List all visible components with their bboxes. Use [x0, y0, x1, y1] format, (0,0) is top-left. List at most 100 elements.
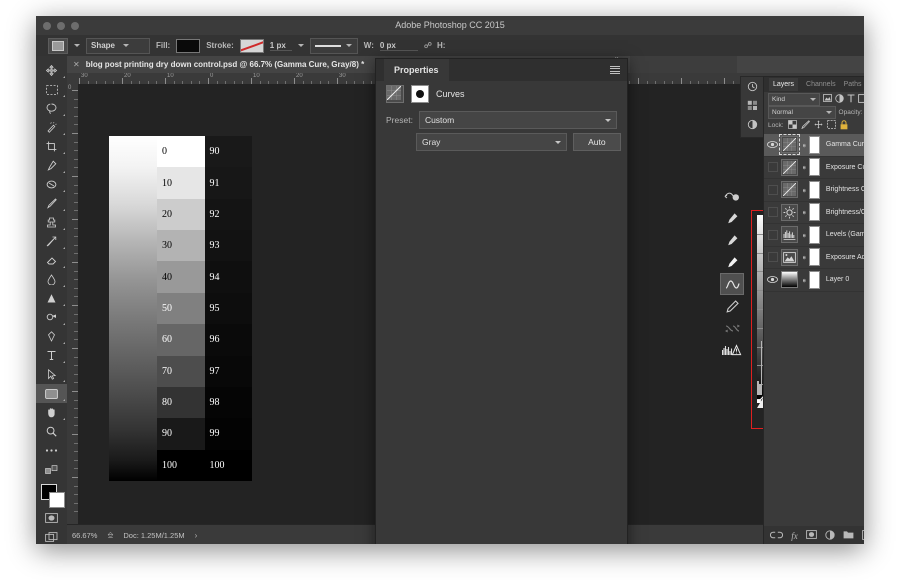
new-adjustment-layer-icon[interactable]: [825, 529, 835, 542]
new-group-icon[interactable]: [843, 530, 854, 541]
move-tool[interactable]: [36, 61, 67, 80]
preset-select[interactable]: Custom: [418, 111, 617, 129]
layer-list[interactable]: ⚭ Gamma Cure ⚭ Exposure Curve ⚭ Brightness Cu…: [764, 134, 864, 524]
layer-row[interactable]: ⚭ Brightness Curve: [764, 179, 864, 202]
switch-colors-icon[interactable]: [36, 460, 67, 479]
tab-properties[interactable]: Properties: [384, 59, 449, 81]
lock-position-icon[interactable]: [814, 120, 823, 131]
marquee-tool[interactable]: [36, 80, 67, 99]
healing-brush-tool[interactable]: [36, 175, 67, 194]
brush-tool[interactable]: [36, 194, 67, 213]
dodge-tool[interactable]: [36, 308, 67, 327]
gray-point-eyedropper-icon[interactable]: [720, 229, 744, 251]
smooth-curve-icon[interactable]: [720, 317, 744, 339]
lasso-tool[interactable]: [36, 99, 67, 118]
layer-row[interactable]: ⚭ Layer 0: [764, 269, 864, 292]
layer-visibility-empty-icon[interactable]: [767, 229, 778, 240]
layer-visibility-empty-icon[interactable]: [767, 184, 778, 195]
layer-row[interactable]: ⚭ Exposure Curve: [764, 157, 864, 179]
tool-preset-chevron-icon[interactable]: [74, 44, 80, 47]
tab-layers[interactable]: Layers: [769, 78, 799, 91]
layer-visibility-empty-icon[interactable]: [767, 252, 778, 263]
filter-type-icon[interactable]: [847, 93, 855, 105]
layer-mask-thumbnail[interactable]: [808, 270, 820, 289]
blur-tool[interactable]: [36, 289, 67, 308]
filter-shape-icon[interactable]: [858, 93, 864, 105]
panel-menu-icon[interactable]: [610, 66, 620, 74]
color-panel-icon[interactable]: [741, 96, 764, 115]
layer-mask-thumbnail[interactable]: [808, 225, 820, 244]
stroke-style-select[interactable]: [309, 37, 358, 54]
color-swatches[interactable]: [36, 482, 67, 508]
shape-mode-select[interactable]: Shape: [86, 37, 150, 54]
layer-visibility-empty-icon[interactable]: [767, 162, 778, 173]
shape-tool[interactable]: [36, 384, 67, 403]
curve-point-tool-icon[interactable]: [720, 273, 744, 295]
close-icon[interactable]: ✕: [73, 60, 80, 69]
history-panel-icon[interactable]: [741, 77, 764, 96]
stroke-width-field[interactable]: 1 px: [269, 41, 292, 51]
zoom-level[interactable]: 66.67%: [72, 531, 97, 540]
white-point-eyedropper-icon[interactable]: [720, 251, 744, 273]
screen-mode-icon[interactable]: [36, 527, 67, 544]
layer-visibility-eye-icon[interactable]: [767, 141, 778, 149]
stroke-width-chevron-icon[interactable]: [297, 44, 304, 47]
mask-link-icon[interactable]: ⚭: [799, 255, 807, 260]
mask-link-icon[interactable]: ⚭: [799, 187, 807, 192]
history-brush-tool[interactable]: [36, 232, 67, 251]
layer-mask-thumbnail[interactable]: [808, 158, 820, 177]
add-mask-icon[interactable]: [805, 530, 817, 541]
layer-thumbnail[interactable]: [781, 271, 798, 289]
layer-mask-thumbnail[interactable]: [808, 135, 820, 154]
blend-mode-select[interactable]: Normal: [768, 106, 836, 119]
layer-thumbnail[interactable]: [779, 134, 800, 156]
eyedropper-tool[interactable]: [36, 156, 67, 175]
status-menu-arrow-icon[interactable]: ›: [195, 531, 198, 540]
layer-style-icon[interactable]: fx: [791, 531, 798, 541]
type-tool[interactable]: [36, 346, 67, 365]
mask-link-icon[interactable]: ⚭: [799, 232, 807, 237]
lock-artboard-icon[interactable]: [826, 120, 836, 131]
lock-transparent-pixels-icon[interactable]: [787, 120, 797, 131]
layer-thumbnail[interactable]: [781, 158, 798, 176]
document-canvas[interactable]: 0 10 20 30 40 50 60 70 80 90 100 90 91 92 93 94 95 96 97 9…: [109, 136, 252, 481]
layer-mask-thumbnail[interactable]: [808, 180, 820, 199]
new-layer-icon[interactable]: [861, 529, 864, 542]
layer-row[interactable]: ⚭ Exposure Adjustment: [764, 247, 864, 269]
mask-link-icon[interactable]: ⚭: [799, 165, 807, 170]
filter-adjustment-icon[interactable]: [835, 93, 844, 105]
mask-link-icon[interactable]: ⚭: [799, 210, 807, 215]
clone-stamp-tool[interactable]: [36, 213, 67, 232]
on-image-adjust-icon[interactable]: [720, 185, 744, 207]
layer-thumbnail[interactable]: [781, 181, 798, 199]
black-point-eyedropper-icon[interactable]: [720, 207, 744, 229]
quick-select-tool[interactable]: [36, 118, 67, 137]
layer-thumbnail[interactable]: [781, 226, 798, 244]
filter-pixel-icon[interactable]: [823, 94, 832, 104]
layer-row[interactable]: ⚭ Brightness/Contrast: [764, 202, 864, 224]
tab-paths[interactable]: Paths: [844, 81, 862, 88]
layer-mask-thumbnail[interactable]: [411, 85, 429, 103]
pen-tool[interactable]: [36, 327, 67, 346]
histogram-warning-icon[interactable]: [720, 339, 744, 361]
hand-tool[interactable]: [36, 403, 67, 422]
pencil-draw-curve-icon[interactable]: [720, 295, 744, 317]
gradient-tool[interactable]: [36, 270, 67, 289]
auto-button[interactable]: Auto: [572, 133, 621, 151]
tool-preset-picker[interactable]: [48, 37, 68, 54]
width-input[interactable]: 0 px: [379, 41, 418, 51]
mask-link-icon[interactable]: ⚭: [799, 277, 807, 282]
stroke-swatch[interactable]: [239, 38, 264, 53]
lock-all-icon[interactable]: [840, 119, 848, 132]
zoom-tool[interactable]: [36, 422, 67, 441]
quick-mask-icon[interactable]: [36, 508, 67, 527]
layer-mask-thumbnail[interactable]: [808, 248, 820, 267]
link-layers-icon[interactable]: [770, 531, 784, 541]
mask-link-icon[interactable]: ⚭: [799, 142, 807, 147]
layer-row[interactable]: ⚭ Levels (Gamma): [764, 224, 864, 247]
channel-select[interactable]: Gray: [416, 133, 567, 151]
background-color-swatch[interactable]: [49, 492, 65, 508]
layer-row[interactable]: ⚭ Gamma Cure: [764, 134, 864, 157]
document-profile-icon[interactable]: ⎒: [107, 530, 113, 540]
crop-tool[interactable]: [36, 137, 67, 156]
